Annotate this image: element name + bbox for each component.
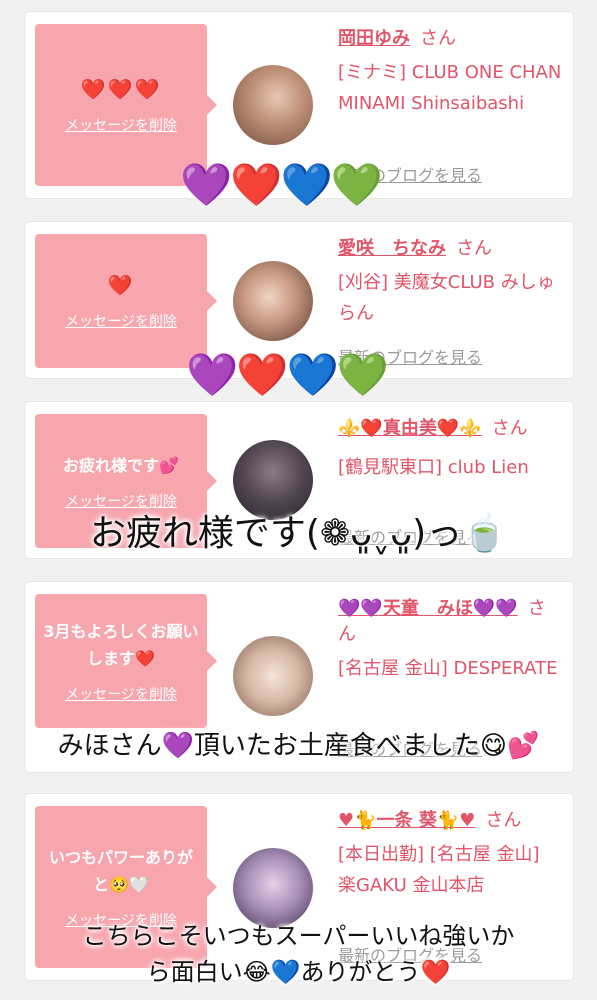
- message-text: 3月もよろしくお願いします❤️: [43, 622, 199, 668]
- honorific: さん: [491, 418, 528, 439]
- overlay-caption: こちらこそいつもスーパーいいね強いか: [82, 922, 515, 950]
- honorific: さん: [456, 238, 492, 259]
- cast-name-link[interactable]: 愛咲 ちなみ: [338, 238, 446, 259]
- honorific: さん: [420, 28, 456, 49]
- hearts-sticker: 💜❤️💙💚: [180, 160, 383, 209]
- shop-name: [ミナミ] CLUB ONE CHAN MINAMI Shinsaibashi: [338, 62, 562, 114]
- shop-name: [本日出勤] [名古屋 金山] 楽GAKU 金山本店: [338, 844, 540, 896]
- cast-name-link[interactable]: 💜💜天童 みほ💜💜: [338, 598, 518, 619]
- cast-name-link[interactable]: 岡田ゆみ: [338, 28, 410, 49]
- message-bubble: 3月もよろしくお願いします❤️ メッセージを削除: [35, 594, 217, 728]
- message-text: ❤️❤️❤️: [80, 76, 162, 101]
- delete-message-link[interactable]: メッセージを削除: [65, 684, 177, 704]
- message-text: お疲れ様です💕: [63, 455, 179, 475]
- shop-name: [刈谷] 美魔女CLUB みしゅらん: [338, 272, 555, 324]
- overlay-caption: みほさん💜頂いたお土産食べました😋💕: [57, 731, 540, 761]
- message-text: いつもパワーありがと🥺🤍: [48, 848, 193, 894]
- hearts-sticker: 💜❤️💙💚: [186, 350, 389, 399]
- avatar[interactable]: [233, 65, 313, 145]
- avatar[interactable]: [233, 848, 313, 928]
- shop-name: [鶴見駅東口] club Lien: [338, 457, 529, 478]
- cast-name-link[interactable]: ♥🐈一条 葵🐈♥: [338, 810, 475, 831]
- avatar[interactable]: [233, 261, 313, 341]
- delete-message-link[interactable]: メッセージを削除: [65, 115, 177, 135]
- cast-name-link[interactable]: ⚜️❤️真由美❤️⚜️: [338, 418, 482, 439]
- shop-name: [名古屋 金山] DESPERATE: [338, 658, 558, 679]
- overlay-caption: ら面白い😂💙ありがとう❤️: [146, 958, 451, 986]
- delete-message-link[interactable]: メッセージを削除: [65, 311, 177, 331]
- overlay-caption: お疲れ様です(❁ᴗ͈ˬᴗ͈)っ🍵: [89, 513, 508, 554]
- honorific: さん: [485, 810, 522, 831]
- message-bubble: ❤️ メッセージを削除: [35, 234, 217, 368]
- message-text: ❤️: [107, 272, 135, 297]
- avatar[interactable]: [233, 636, 313, 716]
